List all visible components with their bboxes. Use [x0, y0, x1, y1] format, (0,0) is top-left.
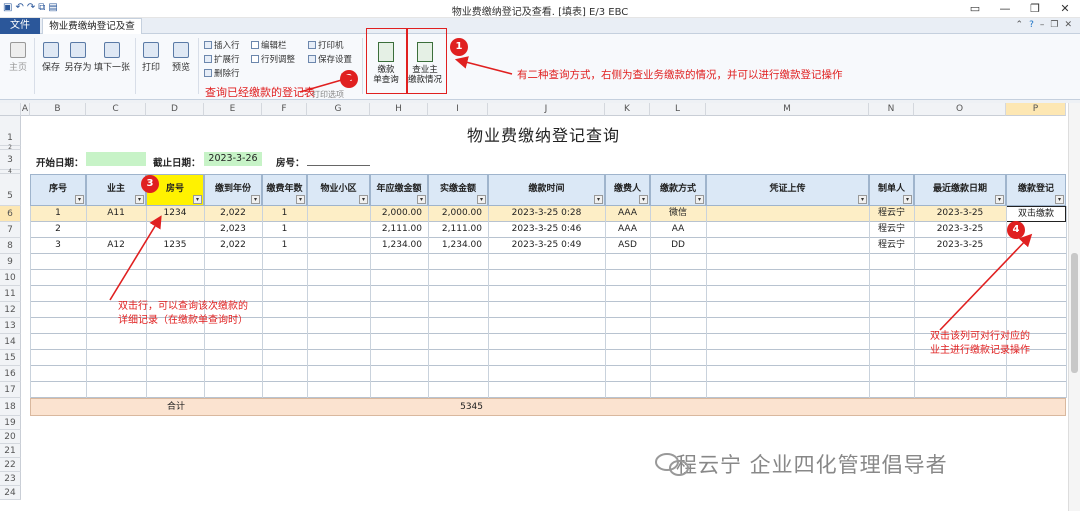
annotation-arrows — [109, 56, 1033, 476]
wechat-icon — [655, 453, 689, 476]
arrow-3 — [109, 215, 162, 301]
arrow-2 — [299, 73, 356, 93]
scrollbar-thumb[interactable] — [1071, 253, 1078, 373]
arrow-4 — [939, 233, 1033, 331]
vertical-scrollbar[interactable] — [1068, 103, 1080, 511]
arrow-1 — [454, 56, 513, 75]
spreadsheet-app-window: ▣ ↶ ↷ ⧉ ▤ 物业费缴纳登记及查看. [填表] E/3 EBC ▭ — ❐… — [0, 0, 1080, 511]
